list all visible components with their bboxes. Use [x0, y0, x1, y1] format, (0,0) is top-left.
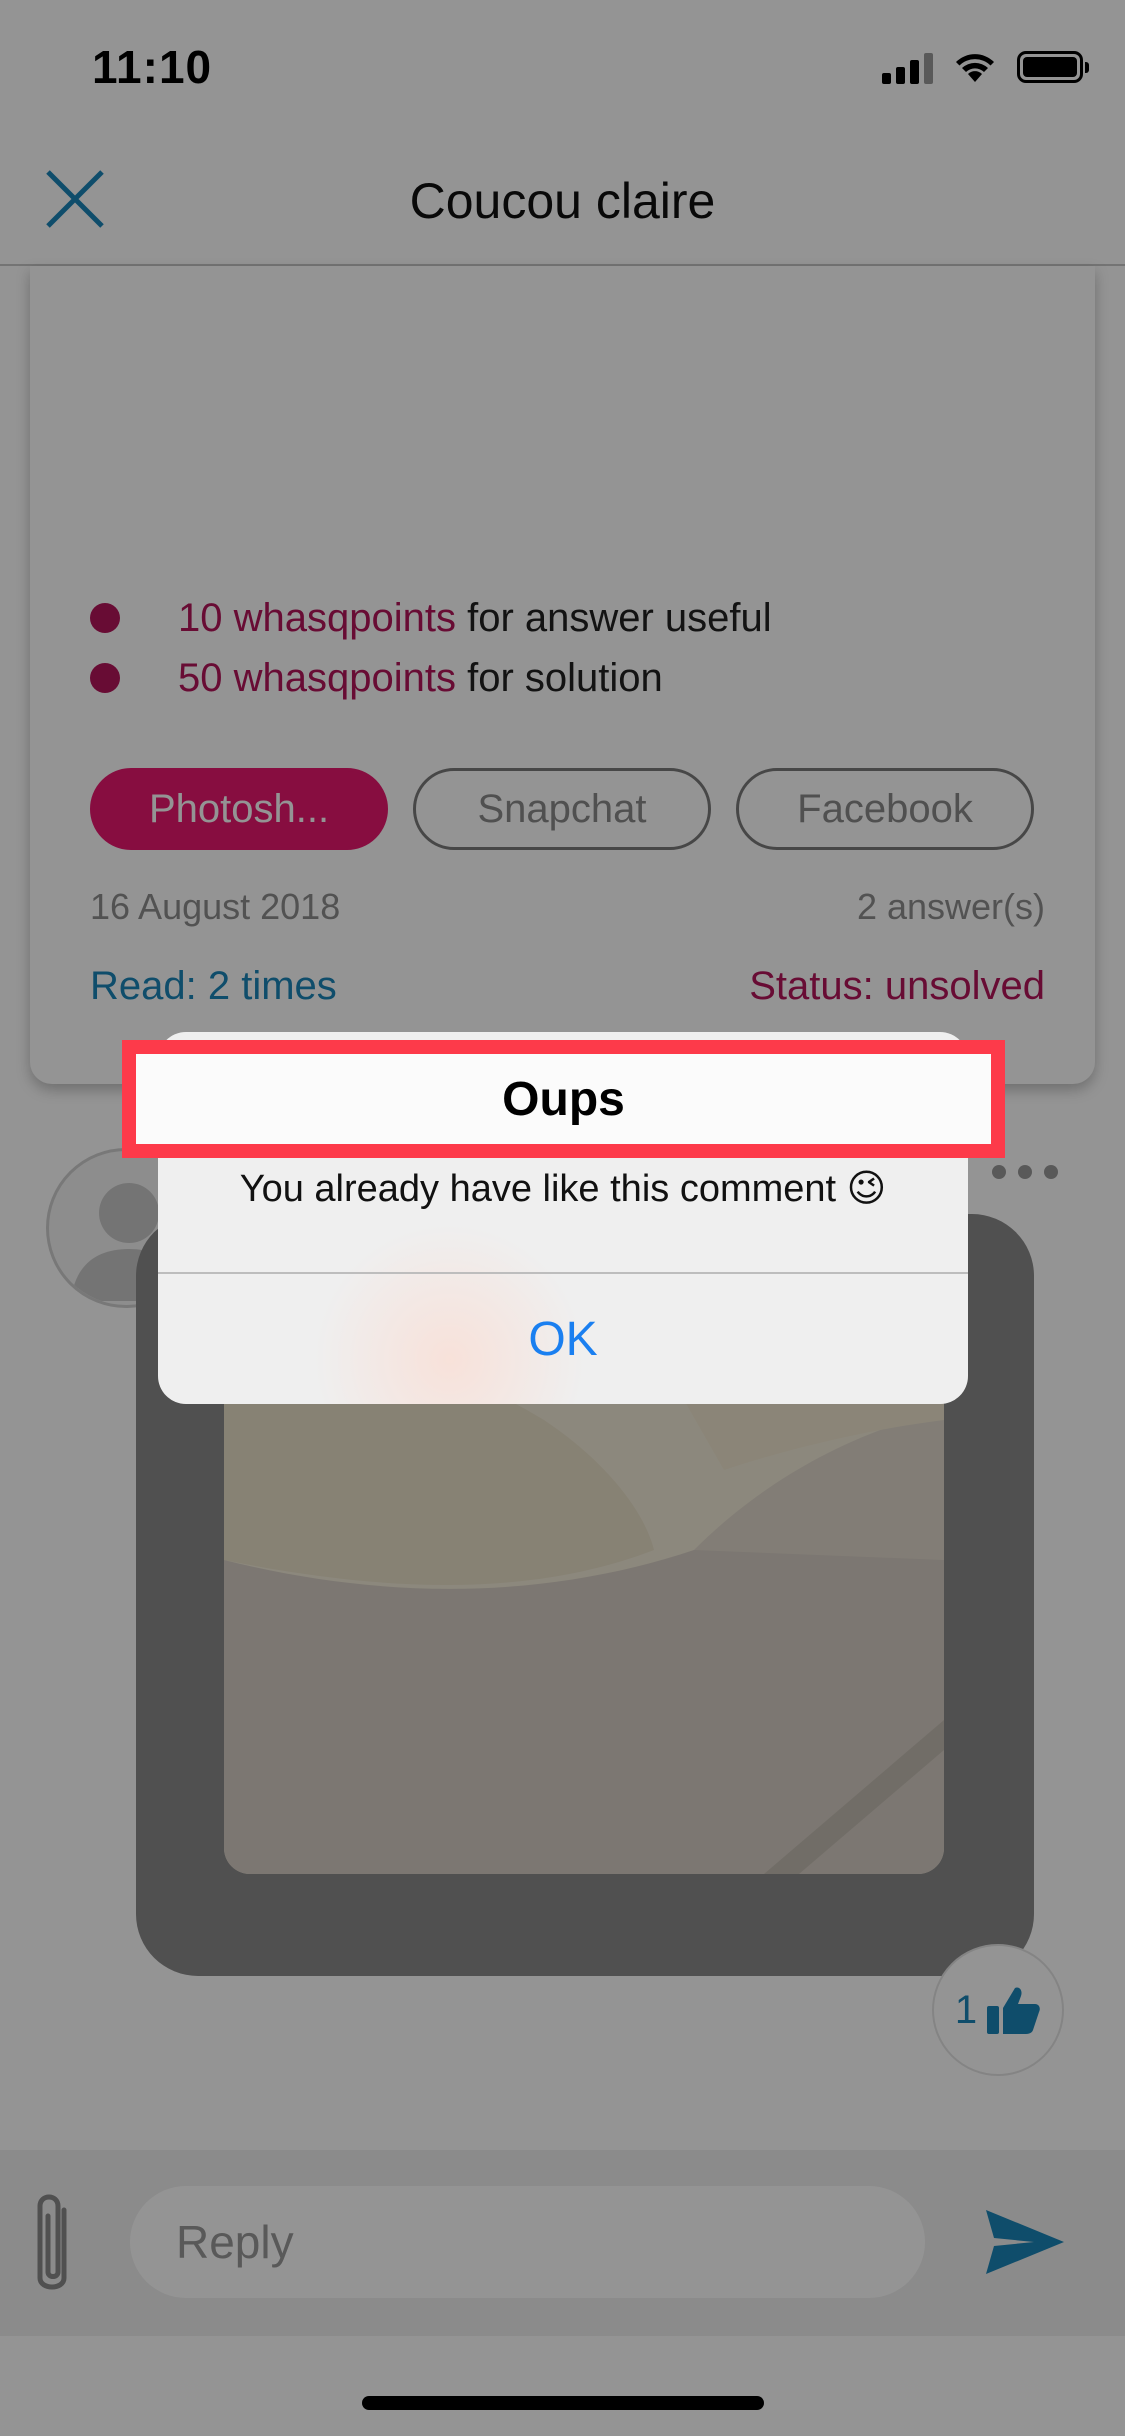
- alert-ok-button[interactable]: OK: [158, 1274, 968, 1404]
- alert-message: You already have like this comment 😉: [239, 1168, 887, 1210]
- alert-title: Oups: [502, 1072, 625, 1126]
- highlighted-alert-title: Oups: [122, 1040, 1005, 1158]
